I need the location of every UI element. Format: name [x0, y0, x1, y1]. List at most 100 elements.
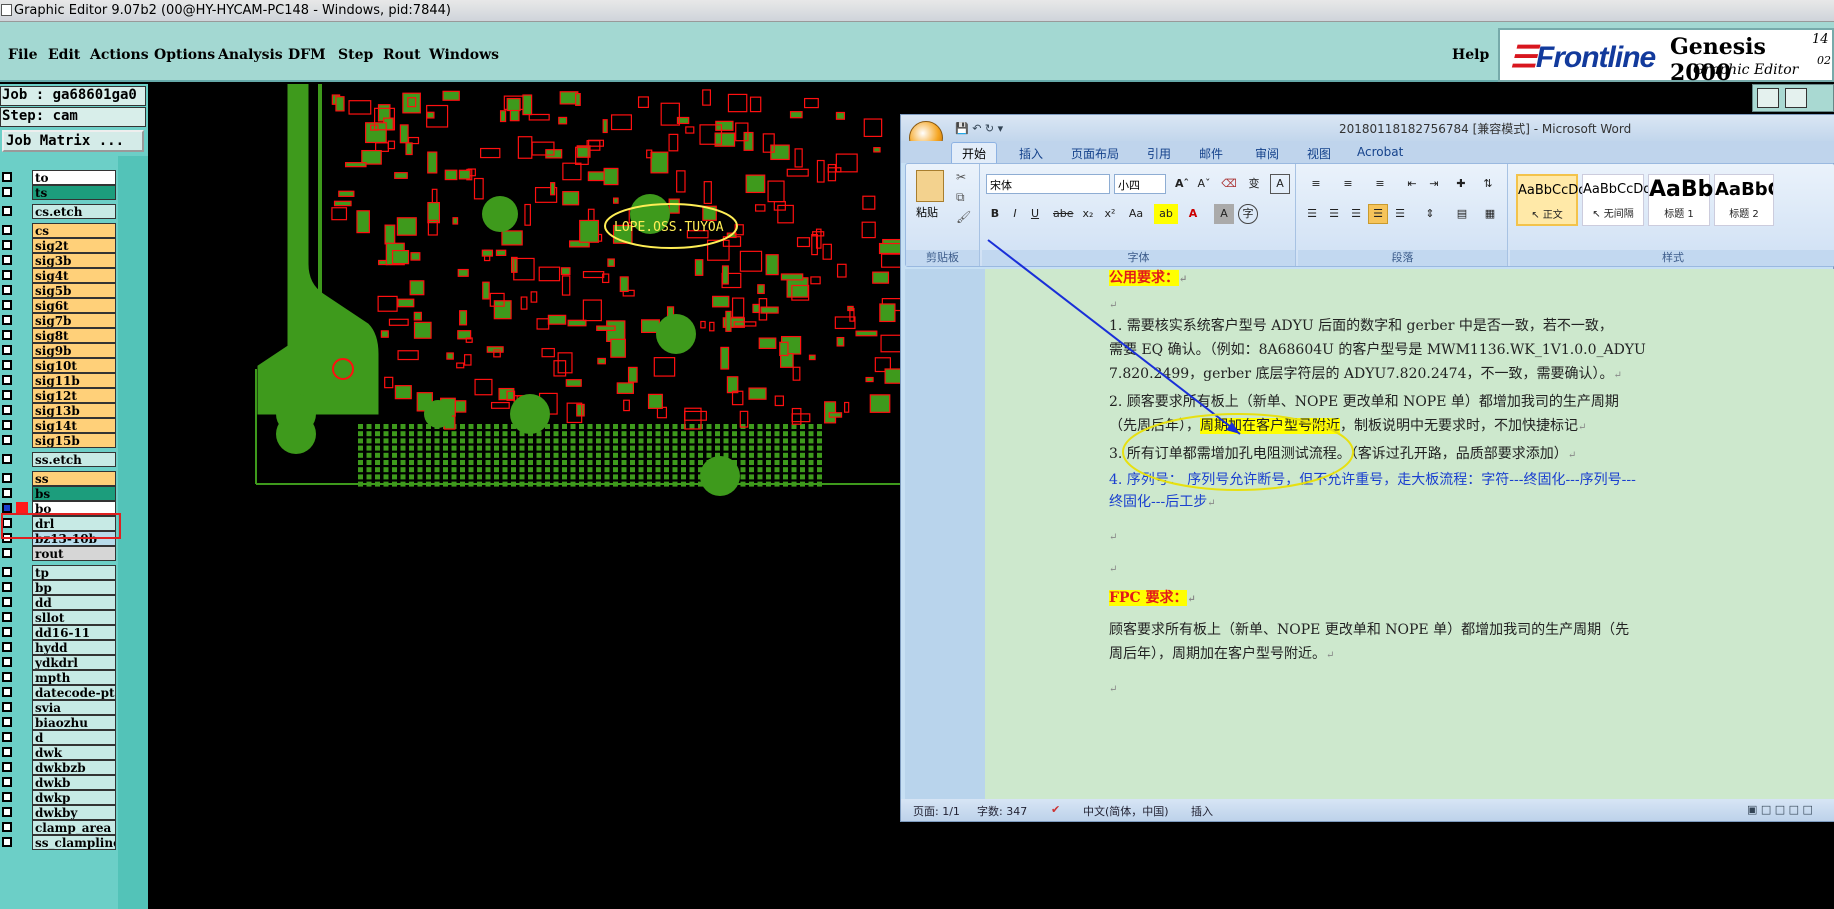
- layer-checkbox[interactable]: [2, 582, 12, 592]
- paste-icon[interactable]: [916, 170, 944, 202]
- layer-row-rout[interactable]: rout: [0, 546, 118, 561]
- layer-row-sig15b[interactable]: sig15b: [0, 433, 118, 448]
- layer-checkbox[interactable]: [2, 672, 12, 682]
- sort-icon[interactable]: ⇅: [1478, 174, 1498, 194]
- layer-name[interactable]: sig6t: [32, 298, 116, 313]
- tab-2[interactable]: 页面布局: [1071, 145, 1119, 162]
- layer-name[interactable]: cs.etch: [32, 204, 116, 219]
- cut-icon[interactable]: ✂: [956, 170, 966, 184]
- layer-name[interactable]: drl: [32, 516, 116, 531]
- layer-row-cs[interactable]: cs: [0, 223, 118, 238]
- layer-checkbox[interactable]: [2, 687, 12, 697]
- layer-checkbox[interactable]: [2, 405, 12, 415]
- layer-row-ydkdrl[interactable]: ydkdrl: [0, 655, 118, 670]
- font-size-select[interactable]: 小四: [1114, 174, 1166, 194]
- layer-name[interactable]: sig7b: [32, 313, 116, 328]
- layer-checkbox[interactable]: [2, 612, 12, 622]
- layer-checkbox[interactable]: [2, 503, 12, 513]
- layer-name[interactable]: bz13-10b: [32, 531, 116, 546]
- layer-checkbox[interactable]: [2, 597, 12, 607]
- menu-help[interactable]: Help: [1452, 47, 1489, 63]
- layer-row-to[interactable]: to: [0, 170, 118, 185]
- layer-name[interactable]: sllot: [32, 610, 116, 625]
- layer-row-sig6t[interactable]: sig6t: [0, 298, 118, 313]
- document-page[interactable]: 公用要求：↵ ↵ 1. 需要核实系统客户型号 ADYU 后面的数字和 gerbe…: [985, 269, 1834, 799]
- layer-name[interactable]: sig12t: [32, 388, 116, 403]
- layer-name[interactable]: sig5b: [32, 283, 116, 298]
- layer-checkbox[interactable]: [2, 360, 12, 370]
- layer-checkbox[interactable]: [2, 375, 12, 385]
- layer-checkbox[interactable]: [2, 187, 12, 197]
- status-language[interactable]: 中文(简体，中国): [1083, 803, 1169, 819]
- layer-name[interactable]: sig13b: [32, 403, 116, 418]
- layer-name[interactable]: ss_clampline: [32, 835, 116, 850]
- chinese-layout-icon[interactable]: ✚: [1448, 174, 1474, 194]
- layer-row-bp[interactable]: bp: [0, 580, 118, 595]
- underline-icon[interactable]: U: [1026, 204, 1044, 224]
- change-case-icon[interactable]: Aa: [1124, 204, 1148, 224]
- layer-row-sig14t[interactable]: sig14t: [0, 418, 118, 433]
- layer-name[interactable]: dwk: [32, 745, 116, 760]
- bold-icon[interactable]: B: [986, 204, 1004, 224]
- layer-row-dwk[interactable]: dwk: [0, 745, 118, 760]
- align-left-icon[interactable]: ☰: [1302, 204, 1322, 224]
- layer-checkbox[interactable]: [2, 657, 12, 667]
- line-spacing-icon[interactable]: ⇕: [1416, 204, 1444, 224]
- layer-name[interactable]: sig11b: [32, 373, 116, 388]
- tab-0[interactable]: 开始: [951, 142, 998, 164]
- layer-checkbox[interactable]: [2, 206, 12, 216]
- increase-indent-icon[interactable]: ⇥: [1424, 174, 1444, 194]
- view-buttons-icon[interactable]: ▣ □ □ □ □: [1747, 803, 1813, 816]
- layer-checkbox[interactable]: [2, 315, 12, 325]
- style-no-spacing[interactable]: AaBbCcDd ↖ 无间隔: [1582, 174, 1652, 226]
- layer-name[interactable]: sig14t: [32, 418, 116, 433]
- status-page[interactable]: 页面: 1/1: [913, 803, 960, 819]
- layer-row-ts[interactable]: ts: [0, 185, 118, 200]
- layer-row-sig5b[interactable]: sig5b: [0, 283, 118, 298]
- proofing-icon[interactable]: ✔: [1051, 803, 1060, 816]
- layer-name[interactable]: bs: [32, 486, 116, 501]
- strikethrough-icon[interactable]: abe: [1052, 204, 1074, 224]
- layer-name[interactable]: sig3b: [32, 253, 116, 268]
- char-border-icon[interactable]: A: [1270, 174, 1290, 194]
- layer-row-dd16-11[interactable]: dd16-11: [0, 625, 118, 640]
- layer-name[interactable]: dd: [32, 595, 116, 610]
- layer-checkbox[interactable]: [2, 435, 12, 445]
- layer-checkbox[interactable]: [2, 390, 12, 400]
- layer-name[interactable]: ss.etch: [32, 452, 116, 467]
- layer-row-sig7b[interactable]: sig7b: [0, 313, 118, 328]
- menu-windows[interactable]: Windows: [429, 47, 499, 63]
- layer-row-sig8t[interactable]: sig8t: [0, 328, 118, 343]
- layer-row-sig12t[interactable]: sig12t: [0, 388, 118, 403]
- tab-4[interactable]: 邮件: [1199, 145, 1223, 162]
- pcb-canvas[interactable]: LOPE.OSS.TUYOA: [148, 84, 900, 504]
- layer-checkbox[interactable]: [2, 762, 12, 772]
- layer-row-sllot[interactable]: sllot: [0, 610, 118, 625]
- layer-name[interactable]: dd16-11: [32, 625, 116, 640]
- redo-icon[interactable]: ↻: [985, 122, 994, 135]
- layer-name[interactable]: hydd: [32, 640, 116, 655]
- phonetic-icon[interactable]: 变: [1242, 174, 1266, 194]
- layer-checkbox[interactable]: [2, 822, 12, 832]
- menu-edit[interactable]: Edit: [48, 47, 80, 63]
- save-icon[interactable]: 💾: [955, 122, 969, 135]
- layer-row-svia[interactable]: svia: [0, 700, 118, 715]
- style-heading-1[interactable]: AaBb 标题 1: [1648, 174, 1713, 226]
- italic-icon[interactable]: I: [1006, 204, 1024, 224]
- layer-name[interactable]: clamp_area: [32, 820, 116, 835]
- undo-icon[interactable]: ↶: [972, 122, 981, 135]
- layer-row-ss[interactable]: ss: [0, 471, 118, 486]
- tab-1[interactable]: 插入: [1019, 145, 1043, 162]
- layer-checkbox[interactable]: [2, 717, 12, 727]
- layer-checkbox[interactable]: [2, 732, 12, 742]
- layer-checkbox[interactable]: [2, 255, 12, 265]
- justify-icon[interactable]: ☰: [1368, 204, 1388, 224]
- layer-row-sig2t[interactable]: sig2t: [0, 238, 118, 253]
- layer-checkbox[interactable]: [2, 225, 12, 235]
- layer-name[interactable]: d: [32, 730, 116, 745]
- layer-checkbox[interactable]: [2, 240, 12, 250]
- layer-checkbox[interactable]: [2, 548, 12, 558]
- layer-name[interactable]: cs: [32, 223, 116, 238]
- layer-name[interactable]: sig9b: [32, 343, 116, 358]
- layer-checkbox[interactable]: [2, 172, 12, 182]
